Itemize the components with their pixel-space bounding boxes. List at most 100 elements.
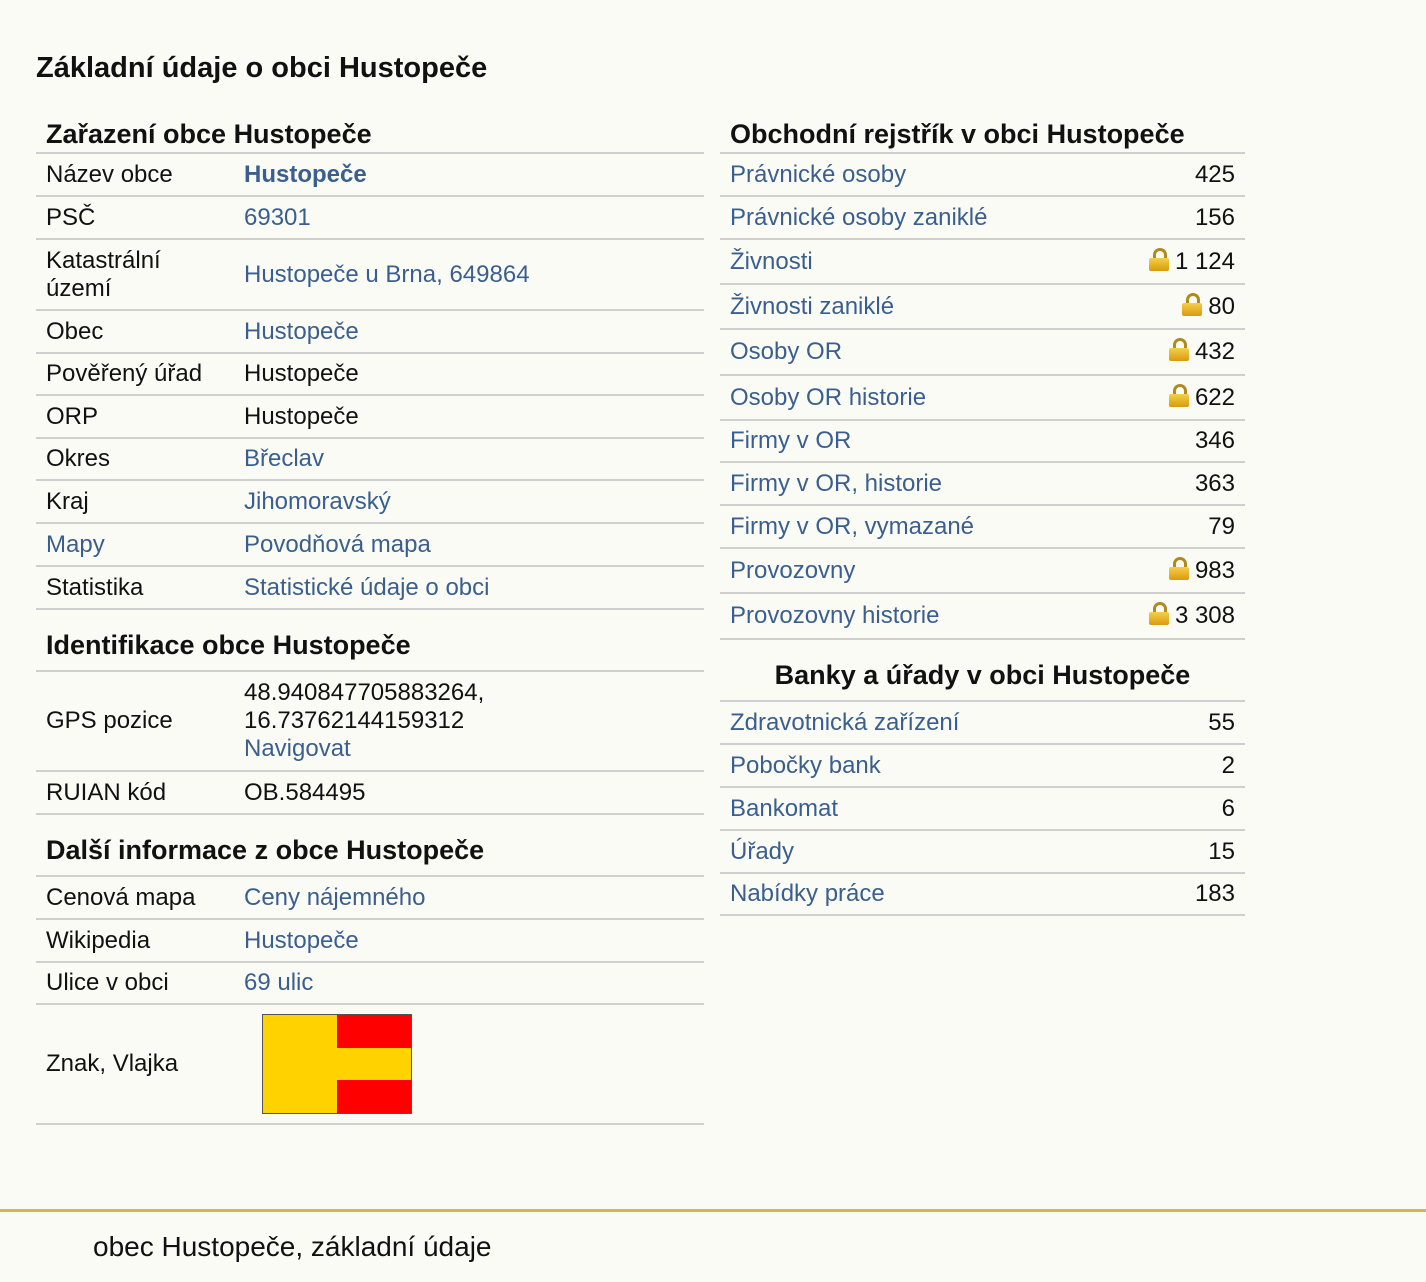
maps-link[interactable]: Mapy [46,531,105,558]
row-key: Okres [36,438,234,481]
count-value: 3 308 [1174,602,1235,629]
section-identifikace-title: Identifikace obce Hustopeče [36,610,704,672]
navigate-link[interactable]: Navigovat [244,735,351,762]
companies-or-link[interactable]: Firmy v OR [730,427,851,454]
persons-or-history-link[interactable]: Osoby OR historie [730,384,926,411]
table-row: PSČ 69301 [36,196,704,240]
row-count: 3 308 [1099,593,1245,640]
table-row: Pobočky bank 2 [720,744,1245,788]
table-row: Katastrální území Hustopeče u Brna, 6498… [36,239,704,311]
table-row: Pověřený úřad Hustopeče [36,353,704,396]
row-key: Mapy [36,523,234,567]
table-row: Nabídky práce 183 [720,873,1245,916]
statistics-link[interactable]: Statistické údaje o obci [244,574,489,601]
offices-link[interactable]: Úřady [730,838,794,865]
identifikace-table: GPS pozice 48.940847705883264, 16.737621… [36,672,704,815]
table-row: Ulice v obci 69 ulic [36,962,704,1005]
row-value: 69 ulic [234,962,704,1005]
row-key: PSČ [36,196,234,240]
row-value: Hustopeče [234,154,704,197]
row-label: Bankomat [720,787,1144,831]
table-row: RUIAN kód OB.584495 [36,771,704,815]
row-count: 80 [1099,284,1245,330]
gps-latitude: 48.940847705883264, [244,679,485,706]
legal-entities-link[interactable]: Právnické osoby [730,161,906,188]
table-row: Firmy v OR, historie 363 [720,462,1245,506]
row-count: 622 [1099,375,1245,421]
row-key: ORP [36,395,234,439]
table-row: Živnosti 1 124 [720,239,1245,285]
trades-link[interactable]: Živnosti [730,248,813,275]
row-count: 2 [1143,744,1245,788]
row-label: Provozovny [720,548,1100,594]
lock-icon [1182,292,1203,316]
companies-or-history-link[interactable]: Firmy v OR, historie [730,470,942,497]
row-label: Firmy v OR [720,420,1100,463]
table-row: Firmy v OR, vymazané 79 [720,505,1245,549]
persons-or-link[interactable]: Osoby OR [730,338,842,365]
flood-map-link[interactable]: Povodňová mapa [244,531,431,558]
table-row: Provozovny historie 3 308 [720,593,1245,640]
row-value: 48.940847705883264, 16.73762144159312 Na… [234,672,704,772]
row-key: Cenová mapa [36,877,234,920]
row-value: Statistické údaje o obci [234,566,704,610]
row-label: Zdravotnická zařízení [720,702,1144,745]
establishments-history-link[interactable]: Provozovny historie [730,602,939,629]
rejstrik-table: Právnické osoby 425 Právnické osoby zani… [720,154,1245,640]
row-count: 1 124 [1099,239,1245,285]
row-value: Povodňová mapa [234,523,704,567]
health-facilities-link[interactable]: Zdravotnická zařízení [730,709,959,736]
companies-or-deleted-link[interactable]: Firmy v OR, vymazané [730,513,974,540]
row-value: Hustopeče [234,310,704,354]
flag-red-stripe-bottom [337,1080,411,1113]
trades-defunct-link[interactable]: Živnosti zaniklé [730,293,894,320]
banky-table: Zdravotnická zařízení 55 Pobočky bank 2 … [720,702,1245,916]
row-value: Hustopeče u Brna, 649864 [234,239,704,311]
row-count: 346 [1099,420,1245,463]
obec-link[interactable]: Hustopeče [244,318,359,345]
bank-branches-link[interactable]: Pobočky bank [730,752,881,779]
cadastral-link[interactable]: Hustopeče u Brna, 649864 [244,261,530,288]
row-count: 79 [1099,505,1245,549]
row-value: Ceny nájemného [234,877,704,920]
row-key: Katastrální území [36,239,234,311]
row-label: Právnické osoby zaniklé [720,196,1100,240]
footer-divider [0,1209,1426,1212]
municipality-name-link[interactable]: Hustopeče [244,161,367,188]
table-row: Název obce Hustopeče [36,154,704,197]
lock-icon [1168,338,1189,361]
count-value: 80 [1208,292,1235,320]
row-value [234,1004,704,1125]
row-count: 55 [1143,702,1245,745]
streets-link[interactable]: 69 ulic [244,969,313,996]
table-row: Cenová mapa Ceny nájemného [36,877,704,920]
psc-link[interactable]: 69301 [244,204,311,231]
table-row: Osoby OR 432 [720,329,1245,376]
atm-link[interactable]: Bankomat [730,795,838,822]
dalsi-table: Cenová mapa Ceny nájemného Wikipedia Hus… [36,877,704,1125]
footer-text: obec Hustopeče, základní údaje [93,1231,492,1262]
establishments-link[interactable]: Provozovny [730,557,855,584]
row-label: Úřady [720,830,1144,874]
kraj-link[interactable]: Jihomoravský [244,488,391,515]
municipality-flag [262,1014,412,1114]
count-value: 1 124 [1174,247,1235,275]
job-offers-link[interactable]: Nabídky práce [730,880,885,907]
table-row: Kraj Jihomoravský [36,480,704,524]
table-row: Firmy v OR 346 [720,420,1245,463]
row-label: Provozovny historie [720,593,1100,640]
okres-link[interactable]: Břeclav [244,445,324,472]
row-count: 425 [1099,154,1245,197]
row-count: 983 [1099,548,1245,594]
wikipedia-link[interactable]: Hustopeče [244,927,359,954]
legal-entities-defunct-link[interactable]: Právnické osoby zaniklé [730,204,987,231]
table-row: Mapy Povodňová mapa [36,523,704,567]
row-key: Statistika [36,566,234,610]
table-row: GPS pozice 48.940847705883264, 16.737621… [36,672,704,772]
table-row: Úřady 15 [720,830,1245,874]
rent-prices-link[interactable]: Ceny nájemného [244,884,425,911]
row-value: Břeclav [234,438,704,481]
row-value: OB.584495 [234,771,704,815]
left-column: Zařazení obce Hustopeče Název obce Husto… [36,110,704,1125]
table-row: Živnosti zaniklé 80 [720,284,1245,330]
